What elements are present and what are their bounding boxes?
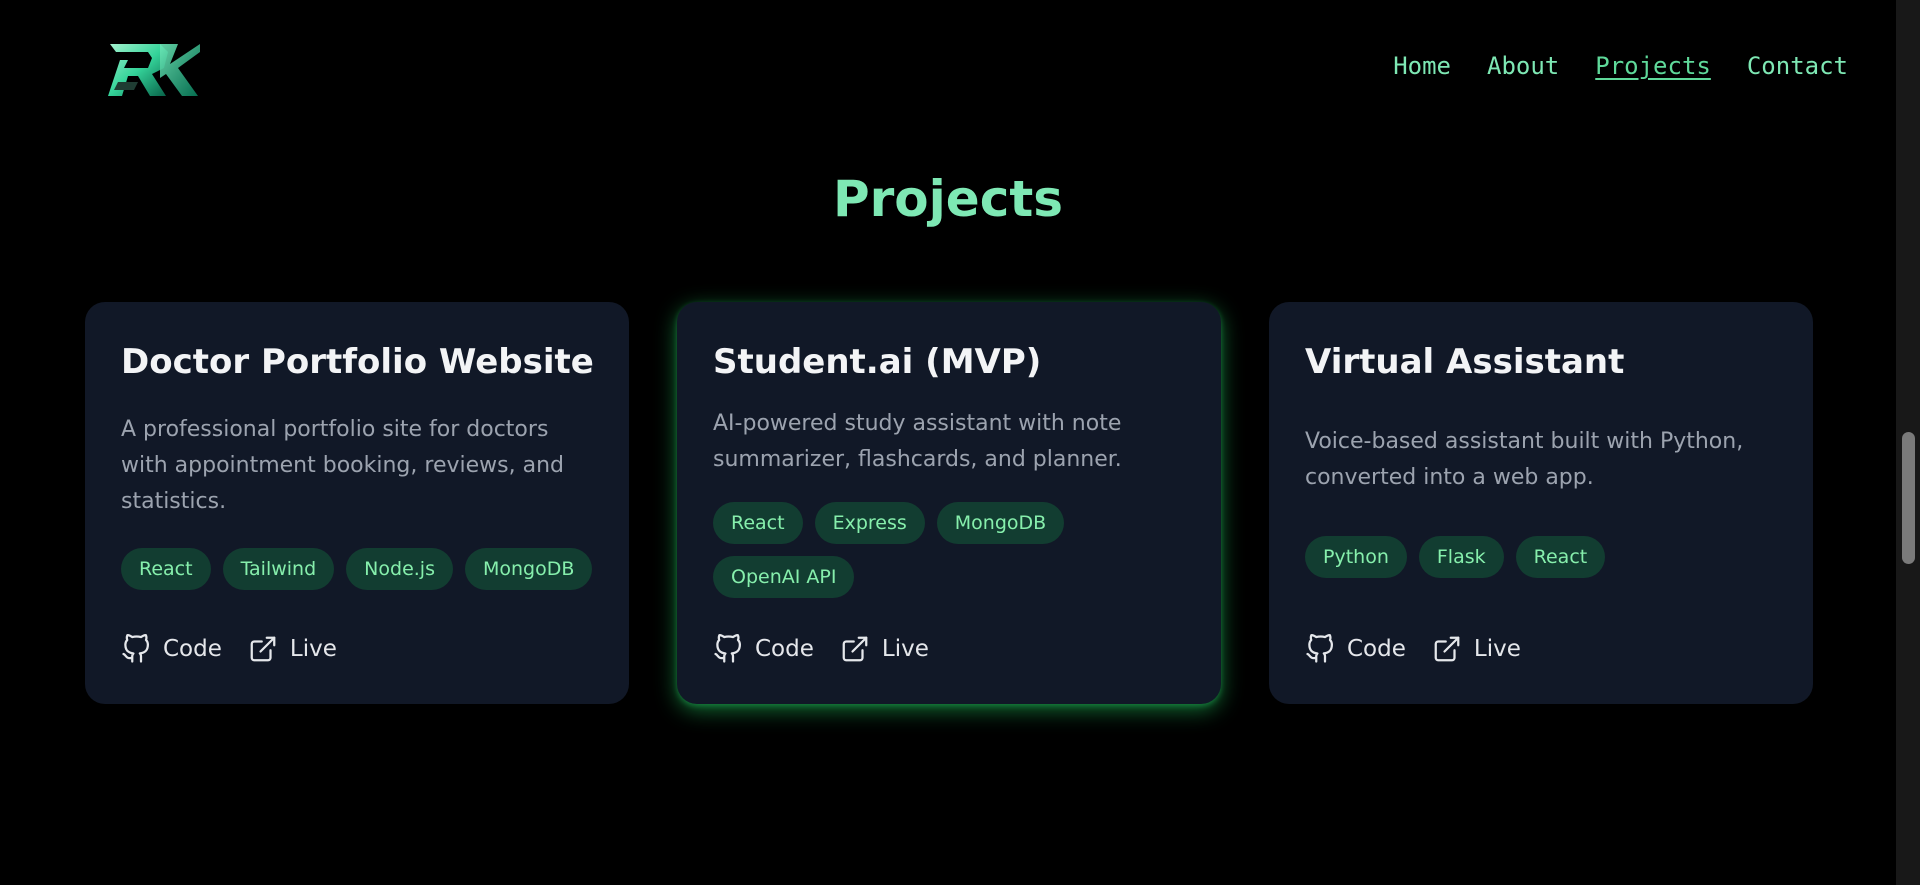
tag-list: React Tailwind Node.js MongoDB — [121, 548, 599, 590]
nav-projects[interactable]: Projects — [1595, 52, 1711, 80]
github-icon — [714, 634, 741, 663]
page: Home About Projects Contact Projects Doc… — [0, 0, 1920, 885]
tag: React — [1515, 536, 1606, 578]
live-link[interactable]: Live — [840, 634, 929, 664]
external-link-icon — [842, 636, 868, 662]
project-title: Doctor Portfolio Website — [121, 342, 594, 382]
tag: OpenAI API — [713, 556, 855, 598]
github-icon — [122, 634, 149, 663]
live-link[interactable]: Live — [248, 634, 337, 664]
project-links: Code Live — [1305, 634, 1521, 664]
project-description: Voice-based assistant built with Python,… — [1305, 429, 1744, 490]
code-link-label: Code — [163, 636, 222, 662]
project-card-doctor-portfolio: Doctor Portfolio Website A professional … — [85, 302, 629, 704]
code-link-label: Code — [755, 636, 814, 662]
live-link-label: Live — [289, 636, 337, 662]
tag: Node.js — [346, 548, 453, 590]
project-card-virtual-assistant: Virtual Assistant Voice-based assistant … — [1269, 302, 1813, 704]
code-link[interactable]: Code — [1305, 634, 1406, 664]
nav-contact[interactable]: Contact — [1747, 52, 1848, 80]
live-link-label: Live — [881, 636, 929, 662]
project-links: Code Live — [121, 634, 337, 664]
code-link[interactable]: Code — [121, 634, 222, 664]
code-link-label: Code — [1347, 636, 1406, 662]
external-link-icon — [1434, 636, 1460, 662]
tag: Express — [814, 502, 925, 544]
logo[interactable] — [108, 38, 200, 100]
code-link[interactable]: Code — [713, 634, 814, 664]
scrollbar[interactable] — [1896, 0, 1920, 885]
tag-list: React Express MongoDB OpenAI API — [713, 502, 1191, 598]
live-link-label: Live — [1473, 636, 1521, 662]
tag: Flask — [1418, 536, 1504, 578]
tag: React — [713, 502, 803, 544]
project-description: AI-powered study assistant with note sum… — [713, 411, 1122, 472]
tag: MongoDB — [464, 548, 593, 590]
project-title: Student.ai (MVP) — [713, 342, 1042, 382]
nav-about[interactable]: About — [1487, 52, 1559, 80]
project-description: A professional portfolio site for doctor… — [121, 417, 564, 514]
project-card-student-ai: Student.ai (MVP) AI-powered study assist… — [677, 302, 1221, 704]
live-link[interactable]: Live — [1432, 634, 1521, 664]
nav-home[interactable]: Home — [1393, 52, 1451, 80]
project-links: Code Live — [713, 634, 929, 664]
tag: React — [121, 548, 211, 590]
main-nav: Home About Projects Contact — [1393, 52, 1848, 80]
github-icon — [1306, 634, 1333, 663]
tag: Python — [1305, 536, 1407, 578]
tag: MongoDB — [936, 502, 1065, 544]
section-title: Projects — [832, 170, 1063, 228]
tag: Tailwind — [222, 548, 335, 590]
tag-list: Python Flask React — [1305, 536, 1783, 578]
external-link-icon — [250, 636, 276, 662]
project-title: Virtual Assistant — [1305, 342, 1625, 382]
logo-icon — [108, 44, 200, 96]
scrollbar-thumb[interactable] — [1902, 432, 1915, 564]
